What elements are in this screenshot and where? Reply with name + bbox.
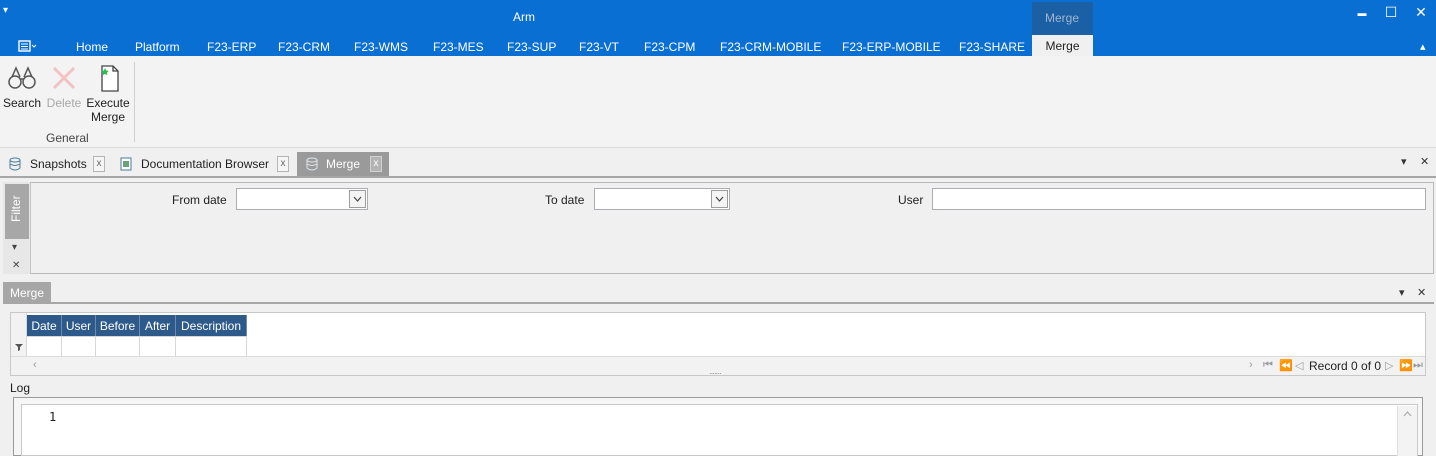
doc-tab-label: Merge xyxy=(326,157,361,171)
close-tab-button[interactable]: x xyxy=(370,156,382,172)
tab-f23-wms[interactable]: F23-WMS xyxy=(354,40,408,54)
minimize-button[interactable]: ▬ xyxy=(1352,8,1372,18)
splitter-grip[interactable]: ······· xyxy=(709,369,722,378)
close-tab-button[interactable]: x xyxy=(277,156,289,172)
binoculars-icon xyxy=(8,66,36,89)
last-page-icon[interactable]: ⏭ xyxy=(1413,359,1423,372)
panel-menu-icon[interactable]: ▾ xyxy=(1399,286,1405,299)
tab-f23-crm[interactable]: F23-CRM xyxy=(278,40,330,54)
log-line-number: 1 xyxy=(49,410,57,424)
from-date-label: From date xyxy=(172,193,227,207)
panel-close-icon[interactable]: ✕ xyxy=(1417,286,1426,299)
merge-label: Merge xyxy=(90,110,125,124)
delete-button[interactable]: Delete xyxy=(45,63,83,110)
filter-cell-after[interactable] xyxy=(140,336,176,357)
column-header-user[interactable]: User xyxy=(62,315,96,337)
filter-icon[interactable] xyxy=(14,341,24,351)
doc-tab-snapshots[interactable]: Snapshots x xyxy=(7,154,107,176)
filter-side-label: Filter xyxy=(9,195,23,222)
log-scrollbar[interactable] xyxy=(1397,406,1417,456)
tab-home[interactable]: Home xyxy=(76,40,108,54)
app-menu-icon[interactable] xyxy=(18,40,38,52)
window-title: Arm xyxy=(513,10,535,24)
doc-tab-documentation-browser[interactable]: Documentation Browser x xyxy=(118,154,292,176)
tab-f23-cpm[interactable]: F23-CPM xyxy=(644,40,695,54)
filter-cell-description[interactable] xyxy=(176,336,247,357)
contextual-group-label: Merge xyxy=(1045,11,1080,25)
search-button[interactable]: Search xyxy=(3,63,41,110)
next-page-icon[interactable]: ⏩ xyxy=(1399,359,1413,372)
column-header-description[interactable]: Description xyxy=(176,315,247,337)
previous-page-icon[interactable]: ⏪ xyxy=(1279,359,1293,372)
filter-cell-before[interactable] xyxy=(96,336,140,357)
chevron-down-icon[interactable] xyxy=(711,190,728,208)
new-document-icon xyxy=(101,65,119,92)
doc-tab-merge[interactable]: Merge x xyxy=(297,152,389,176)
filter-collapse-icon[interactable]: ▾ xyxy=(12,242,17,253)
tab-f23-mes[interactable]: F23-MES xyxy=(433,40,484,54)
next-record-icon[interactable]: ▷ xyxy=(1385,359,1393,372)
from-date-picker[interactable] xyxy=(236,188,368,210)
column-header-before[interactable]: Before xyxy=(96,315,140,337)
filter-cell-date[interactable] xyxy=(27,336,62,357)
collapse-ribbon-icon[interactable]: ▴ xyxy=(1420,40,1426,53)
close-tab-button[interactable]: x xyxy=(93,156,105,172)
document-tab-strip: Snapshots x Documentation Browser x Merg… xyxy=(0,148,1436,178)
log-label: Log xyxy=(10,381,31,395)
search-label: Search xyxy=(3,96,42,110)
tab-f23-sup[interactable]: F23-SUP xyxy=(507,40,556,54)
scroll-up-icon[interactable] xyxy=(1403,411,1412,417)
column-header-date[interactable]: Date xyxy=(27,315,62,337)
doc-tab-label: Documentation Browser xyxy=(141,157,270,171)
database-icon xyxy=(9,157,21,171)
tab-f23-crm-mobile[interactable]: F23-CRM-MOBILE xyxy=(720,40,821,54)
filter-close-icon[interactable]: ✕ xyxy=(12,260,20,271)
ribbon-group-label: General xyxy=(46,131,89,145)
tab-f23-erp-mobile[interactable]: F23-ERP-MOBILE xyxy=(842,40,941,54)
quick-access-dropdown-icon[interactable]: ▾ xyxy=(3,5,8,16)
close-button[interactable]: ✕ xyxy=(1411,4,1431,21)
chevron-down-icon[interactable] xyxy=(349,190,366,208)
maximize-button[interactable]: ☐ xyxy=(1381,4,1401,21)
ribbon: Search Delete Execute Merge General xyxy=(0,56,1436,148)
ribbon-group-divider xyxy=(134,62,135,142)
first-page-icon[interactable]: ⏮ xyxy=(1263,359,1273,372)
to-date-label: To date xyxy=(545,193,585,207)
column-header-after[interactable]: After xyxy=(140,315,176,337)
scroll-right-icon[interactable]: › xyxy=(1249,359,1253,371)
tab-list-dropdown-icon[interactable]: ▾ xyxy=(1401,155,1407,168)
user-label: User xyxy=(898,193,924,207)
merge-panel-header xyxy=(3,282,1434,304)
tab-merge[interactable]: Merge xyxy=(1032,35,1093,56)
document-icon xyxy=(120,157,132,171)
close-document-icon[interactable]: ✕ xyxy=(1420,155,1429,168)
tab-platform[interactable]: Platform xyxy=(135,40,180,54)
filter-cell-user[interactable] xyxy=(62,336,96,357)
contextual-tab-group: Merge xyxy=(1032,2,1093,35)
tab-f23-erp[interactable]: F23-ERP xyxy=(207,40,256,54)
database-icon xyxy=(306,157,318,171)
delete-label: Delete xyxy=(46,96,82,110)
previous-record-icon[interactable]: ◁ xyxy=(1295,359,1303,372)
to-date-picker[interactable] xyxy=(594,188,730,210)
tab-f23-share[interactable]: F23-SHARE xyxy=(959,40,1025,54)
delete-x-icon xyxy=(52,66,76,90)
scroll-left-icon[interactable]: ‹ xyxy=(33,359,37,371)
execute-label: Execute xyxy=(86,96,130,110)
log-editor[interactable]: 1 xyxy=(21,404,1418,456)
merge-panel-tab[interactable]: Merge xyxy=(3,282,51,304)
doc-tab-label: Snapshots xyxy=(30,157,87,171)
title-bar: Merge ▾ Arm ▬ ☐ ✕ Home Platform F23-ERP … xyxy=(0,0,1436,56)
record-counter: Record 0 of 0 xyxy=(1309,359,1382,373)
tab-f23-vt[interactable]: F23-VT xyxy=(579,40,619,54)
user-input[interactable] xyxy=(932,188,1426,210)
filter-side-tab[interactable]: Filter xyxy=(5,184,29,239)
execute-merge-button[interactable]: Execute Merge xyxy=(86,63,130,124)
